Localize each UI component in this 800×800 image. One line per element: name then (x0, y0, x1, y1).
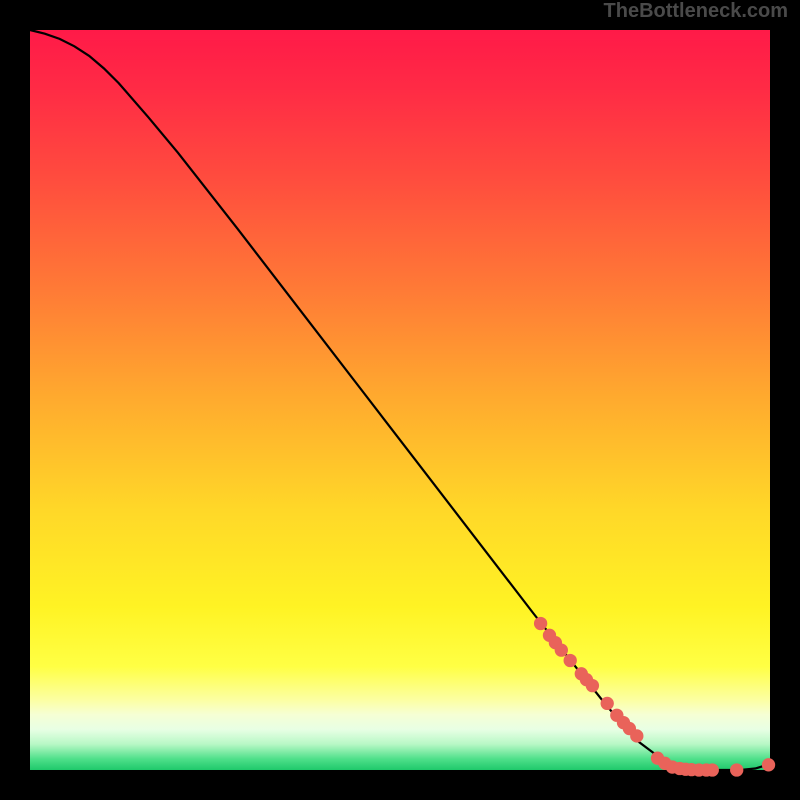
plot-area (30, 30, 770, 770)
data-point (730, 763, 743, 776)
chart-svg (0, 0, 800, 800)
data-point (564, 654, 577, 667)
data-point (762, 758, 775, 771)
data-point (630, 729, 643, 742)
attribution-text: TheBottleneck.com (604, 0, 788, 23)
data-point (586, 679, 599, 692)
data-point (601, 697, 614, 710)
data-point (534, 617, 547, 630)
data-point (706, 763, 719, 776)
data-point (555, 643, 568, 656)
chart-container: TheBottleneck.com (0, 0, 800, 800)
